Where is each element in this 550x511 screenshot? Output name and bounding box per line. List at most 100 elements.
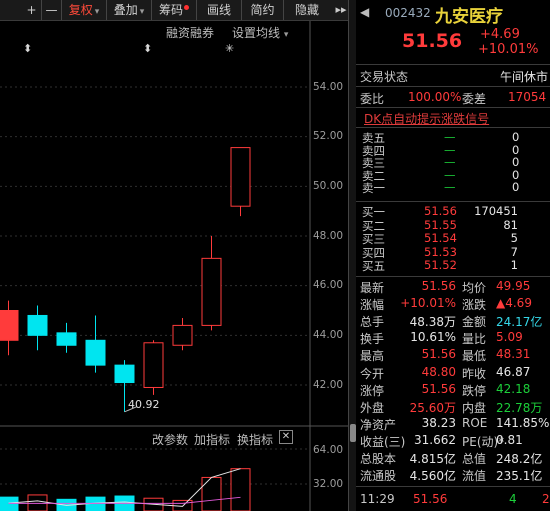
stat-label: 内盘	[462, 400, 487, 415]
stat-label: 量比	[462, 332, 487, 347]
price-change: +4.69	[480, 27, 520, 42]
divider	[356, 64, 550, 65]
volume-bar	[0, 496, 19, 511]
weicha-label: 委差	[462, 92, 487, 106]
stat-value: 22.78万	[496, 400, 543, 415]
bid-level-volume: 1	[510, 258, 518, 272]
quote-panel: ◀ 002432 九安医疗 51.56 +4.69 +10.01% 交易状态 午…	[356, 0, 550, 511]
weicha-value: 17054	[508, 90, 547, 104]
add-indicator-link[interactable]: 加指标	[194, 431, 230, 448]
bid-level-volume: 170451	[474, 204, 518, 218]
price-tick-label: 44.00	[313, 329, 344, 341]
weibi-label: 委比	[360, 92, 385, 106]
ask-level-label: 卖一	[362, 181, 385, 196]
volume-layer	[0, 468, 251, 511]
stat-label: 总值	[462, 452, 487, 466]
weibi-value: 100.00%	[408, 90, 462, 104]
stat-value: 4.815亿	[409, 452, 456, 466]
stat-label: 净资产	[360, 417, 397, 432]
divider	[356, 127, 550, 128]
stat-value: 25.60万	[409, 400, 456, 415]
stat-value: ▲4.69	[496, 296, 532, 311]
stat-label: 总股本	[360, 452, 397, 466]
ask-level-volume: 0	[512, 180, 520, 195]
stat-value: +10.01%	[400, 296, 456, 311]
stat-label: 最低	[462, 349, 487, 364]
current-price: 51.56	[402, 30, 463, 52]
stat-value: 51.56	[421, 279, 456, 293]
tick-time: 11:29	[360, 492, 395, 506]
stat-value: 4.560亿	[409, 469, 456, 484]
divider	[356, 486, 550, 487]
prev-stock-icon[interactable]: ◀	[360, 5, 369, 19]
low-price-annotation: 40.92	[128, 398, 160, 411]
trade-status-value: 午间休市	[500, 70, 549, 84]
stat-value: 42.18	[496, 381, 531, 396]
candle-body	[201, 257, 222, 326]
price-change-pct: +10.01%	[478, 42, 539, 57]
candle-body	[56, 332, 77, 346]
stat-value: 24.17亿	[496, 315, 543, 330]
stat-label: 昨收	[462, 366, 487, 381]
tick-price: 51.56	[413, 492, 448, 506]
stat-label: 均价	[462, 281, 487, 295]
bid-level-volume: 81	[503, 217, 518, 232]
stat-label: 流值	[462, 469, 487, 484]
stat-value: 38.23	[421, 415, 456, 430]
price-tick-label: 50.00	[313, 180, 344, 192]
stat-value: 235.1亿	[496, 469, 543, 484]
panel-divider[interactable]	[348, 0, 356, 511]
candle-body	[172, 324, 193, 346]
price-tick-label: 48.00	[313, 230, 344, 242]
stat-label: 最高	[360, 349, 385, 364]
stat-value: 5.09	[496, 330, 523, 345]
candle-body	[0, 310, 19, 341]
tick-direction: 2	[542, 492, 550, 506]
close-icon[interactable]: ✕	[279, 430, 293, 444]
stat-label: 换手	[360, 332, 385, 347]
stat-label: 跌停	[462, 383, 487, 398]
bid-level-volume: 7	[510, 244, 518, 259]
change-indicator-link[interactable]: 换指标	[237, 431, 273, 448]
divider	[356, 276, 550, 277]
stat-label: 涨停	[360, 383, 385, 398]
divider	[356, 107, 550, 108]
bid-level-price: 51.54	[424, 231, 457, 245]
stat-value: 48.80	[421, 364, 456, 379]
candle-body	[230, 147, 251, 207]
stat-value: 51.56	[421, 347, 456, 362]
ask-level-price: —	[444, 180, 456, 195]
bid-level-volume: 5	[510, 231, 518, 245]
stat-label: 收益(三)	[360, 434, 406, 449]
stat-label: 总手	[360, 315, 385, 330]
stat-value: 10.61%	[410, 330, 456, 345]
trade-status-label: 交易状态	[360, 70, 409, 84]
candle-body	[114, 364, 135, 384]
bid-level-price: 51.56	[424, 204, 457, 218]
candle-body	[85, 339, 106, 366]
stock-name: 九安医疗	[435, 7, 503, 27]
bid-level-label: 买五	[362, 259, 385, 273]
stat-label: 金额	[462, 315, 487, 330]
stat-label: ROE	[462, 415, 488, 430]
stat-value: 51.56	[421, 381, 456, 396]
kline-chart-panel[interactable]: + — 复权 ▾ 叠加 ▾ 筹码 画线 简约 隐藏 ▸▸ 融资融券 设置均线 ▾ ⬍…	[0, 0, 352, 511]
stat-value: 248.2亿	[496, 452, 543, 466]
stat-label: 外盘	[360, 400, 385, 415]
stat-value: 141.85%	[496, 415, 550, 430]
stat-value: 46.87	[496, 364, 531, 379]
stat-value: 0.81	[496, 432, 523, 447]
indicator-params-link[interactable]: 改参数	[152, 431, 188, 448]
divider	[356, 201, 550, 202]
stat-value: 49.95	[496, 279, 531, 293]
bid-level-price: 51.53	[424, 244, 457, 259]
volume-bar	[201, 476, 222, 511]
volume-tick-label: 32.00	[313, 478, 344, 490]
price-tick-label: 54.00	[313, 81, 344, 93]
dk-signal-link[interactable]: DK点自动提示涨跌信号	[364, 110, 489, 127]
divider	[356, 86, 550, 87]
stat-label: 流通股	[360, 469, 397, 484]
candle-body	[143, 342, 164, 388]
stat-value: 48.38万	[409, 315, 456, 330]
volume-bar	[230, 468, 251, 511]
